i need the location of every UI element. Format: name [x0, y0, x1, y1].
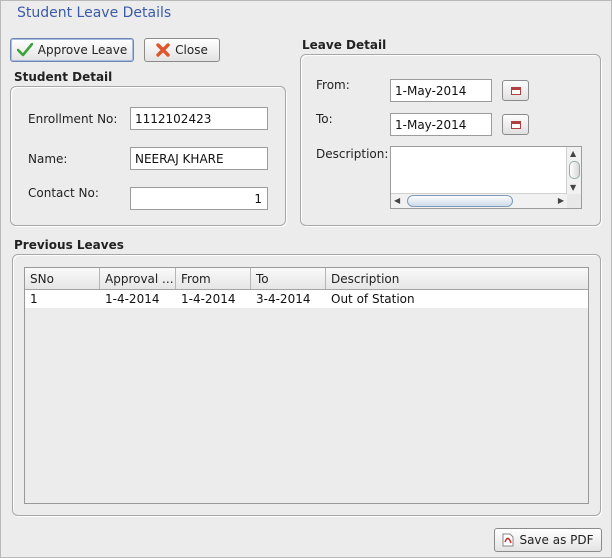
column-header-sno[interactable]: SNo	[25, 268, 100, 289]
from-calendar-button[interactable]	[502, 80, 529, 101]
name-field[interactable]: NEERAJ KHARE	[130, 147, 268, 170]
column-header-from[interactable]: From	[176, 268, 251, 289]
column-header-description[interactable]: Description	[326, 268, 588, 289]
scroll-up-arrow-icon[interactable]: ▲	[570, 150, 576, 158]
from-date-field[interactable]: 1-May-2014	[390, 79, 492, 102]
save-as-pdf-label: Save as PDF	[519, 533, 594, 547]
save-as-pdf-button[interactable]: Save as PDF	[494, 528, 602, 552]
cell-from: 1-4-2014	[181, 292, 236, 306]
pdf-icon	[502, 533, 514, 547]
check-icon	[16, 43, 33, 57]
description-textarea[interactable]: ▲ ▼ ◀ ▶	[390, 146, 582, 209]
contact-field[interactable]: 1	[130, 187, 268, 210]
close-label: Close	[175, 43, 208, 57]
table-row[interactable]: 1 1-4-2014 1-4-2014 3-4-2014 Out of Stat…	[25, 290, 588, 308]
leave-detail-title: Leave Detail	[302, 38, 387, 52]
previous-leaves-title: Previous Leaves	[14, 238, 124, 252]
contact-label: Contact No:	[28, 186, 99, 200]
enrollment-field[interactable]: 1112102423	[130, 107, 268, 130]
description-label: Description:	[316, 147, 389, 161]
close-x-icon	[156, 43, 170, 57]
cell-sno: 1	[30, 292, 38, 306]
cell-approval: 1-4-2014	[105, 292, 160, 306]
approve-leave-label: Approve Leave	[37, 43, 128, 57]
to-date-field[interactable]: 1-May-2014	[390, 113, 492, 136]
table-header: SNo Approval ... From To Description	[25, 268, 588, 290]
scroll-left-arrow-icon[interactable]: ◀	[394, 197, 400, 205]
column-header-approval[interactable]: Approval ...	[100, 268, 176, 289]
from-label: From:	[316, 78, 350, 92]
scroll-corner	[567, 194, 581, 208]
cell-to: 3-4-2014	[256, 292, 311, 306]
approve-leave-button[interactable]: Approve Leave	[10, 38, 134, 62]
vertical-scroll-thumb[interactable]	[569, 161, 580, 179]
close-button[interactable]: Close	[144, 38, 220, 62]
previous-leaves-table[interactable]: SNo Approval ... From To Description 1 1…	[24, 267, 589, 504]
description-horizontal-scrollbar[interactable]: ◀ ▶	[391, 193, 567, 208]
student-detail-title: Student Detail	[14, 70, 113, 84]
calendar-icon	[510, 120, 521, 129]
column-header-to[interactable]: To	[251, 268, 326, 289]
cell-description: Out of Station	[331, 292, 415, 306]
description-vertical-scrollbar[interactable]: ▲ ▼	[566, 147, 581, 194]
name-label: Name:	[28, 152, 68, 166]
calendar-icon	[510, 86, 521, 95]
to-label: To:	[316, 112, 333, 126]
scroll-right-arrow-icon[interactable]: ▶	[558, 197, 564, 205]
to-calendar-button[interactable]	[502, 114, 529, 135]
enrollment-label: Enrollment No:	[28, 112, 118, 126]
window-title: Student Leave Details	[17, 5, 172, 21]
scroll-down-arrow-icon[interactable]: ▼	[570, 184, 576, 192]
description-text	[391, 147, 581, 153]
horizontal-scroll-thumb[interactable]	[407, 195, 513, 207]
